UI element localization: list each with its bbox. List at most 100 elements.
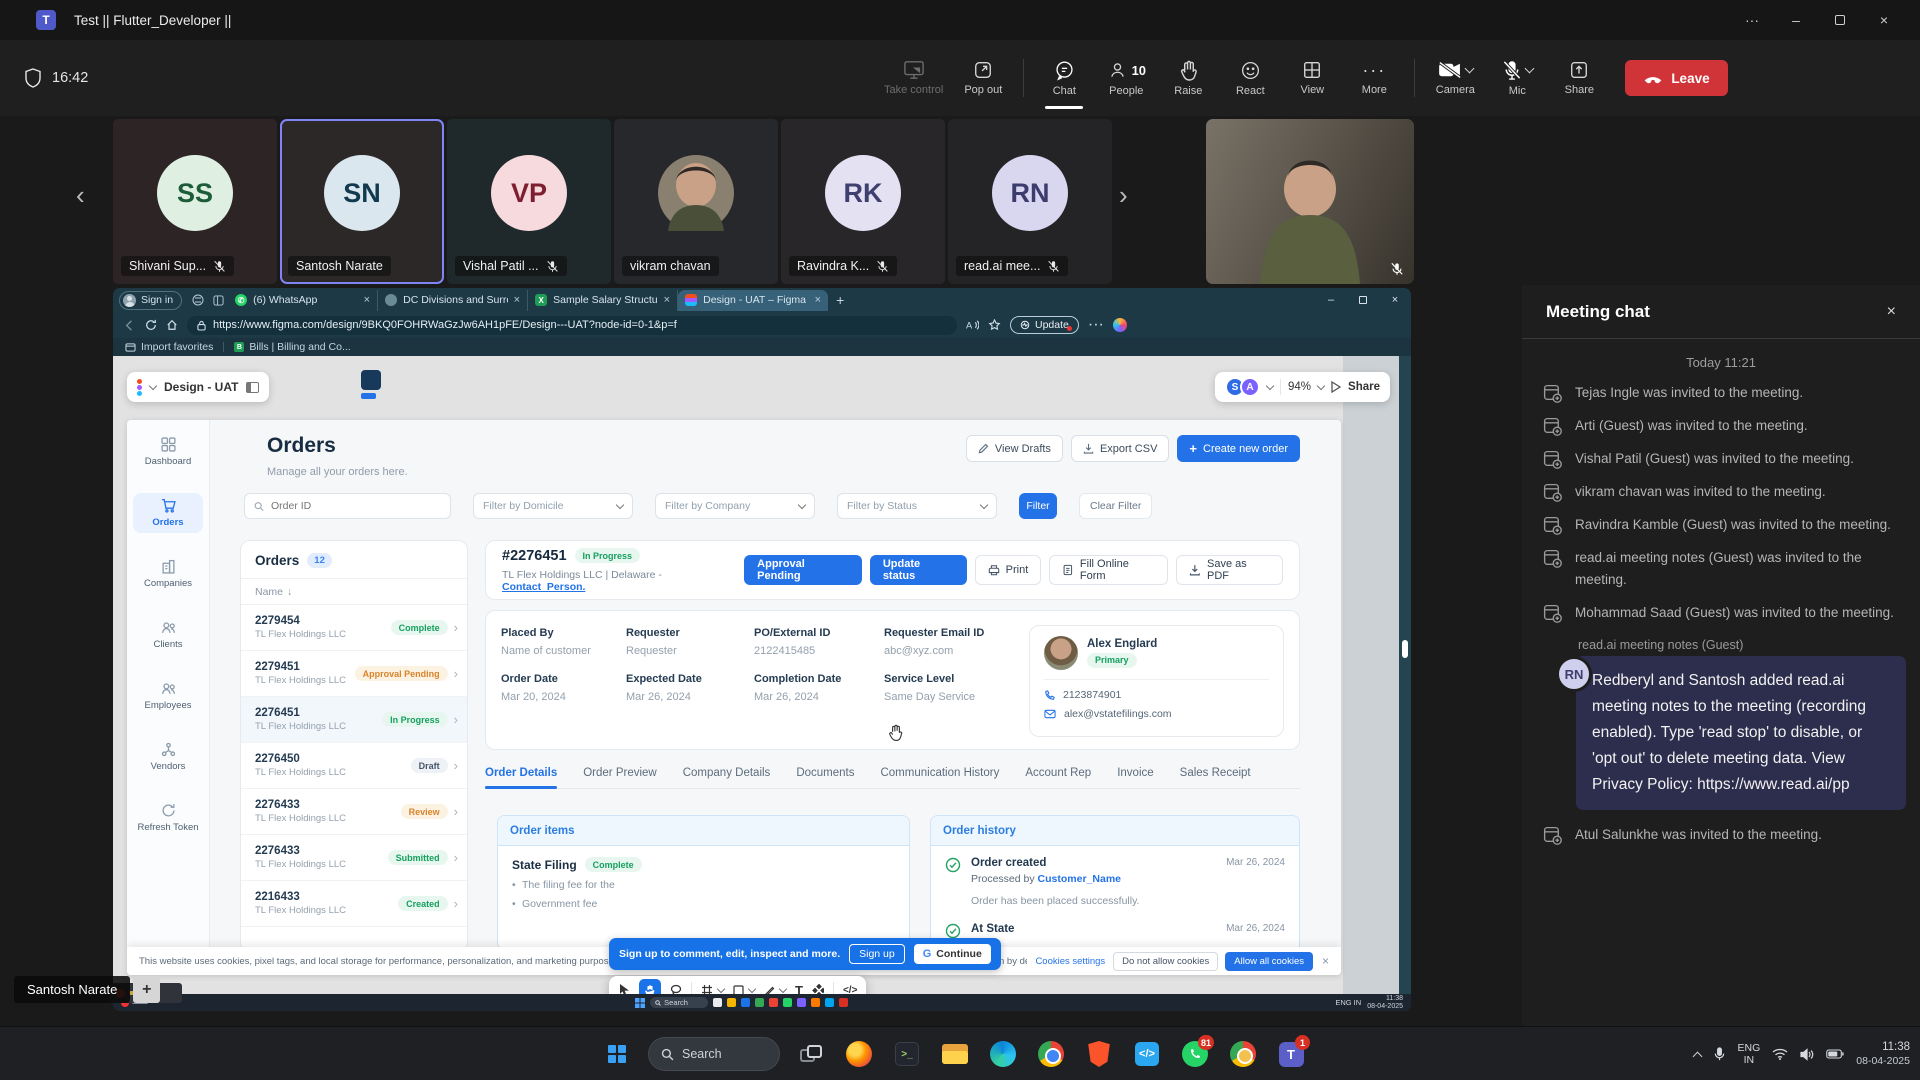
order-row[interactable]: 2276450TL Flex Holdings LLCDraft› bbox=[241, 743, 467, 789]
people-button[interactable]: 10 People bbox=[1104, 49, 1148, 107]
leave-button[interactable]: Leave bbox=[1625, 60, 1727, 96]
browser-tab[interactable]: Design - UAT – Figma× bbox=[678, 290, 828, 311]
components-tool[interactable] bbox=[812, 984, 824, 994]
customer-name-link[interactable]: Customer_Name bbox=[1038, 873, 1121, 885]
zoom-level[interactable]: 94% bbox=[1288, 381, 1311, 393]
update-status-button[interactable]: Update status bbox=[870, 555, 967, 585]
participant-tile[interactable]: SSShivani Sup... bbox=[113, 119, 277, 284]
shared-app-icon[interactable] bbox=[727, 998, 736, 1007]
taskbar-icon-chrome[interactable] bbox=[1030, 1033, 1072, 1075]
shared-app-icon[interactable] bbox=[741, 998, 750, 1007]
copilot-icon[interactable] bbox=[1113, 318, 1127, 332]
react-button[interactable]: React bbox=[1228, 49, 1272, 107]
taskbar-icon-firefox[interactable] bbox=[838, 1033, 880, 1075]
shared-screen[interactable]: Sign in ✆(6) WhatsApp×DC Divisions and S… bbox=[113, 288, 1411, 1011]
taskbar-icon-file-explorer[interactable] bbox=[934, 1033, 976, 1075]
strip-next-arrow[interactable]: › bbox=[1119, 182, 1128, 208]
approval-pending-button[interactable]: Approval Pending bbox=[744, 555, 862, 585]
view-button[interactable]: View bbox=[1290, 49, 1334, 107]
taskbar-icon-whatsapp[interactable]: 81 bbox=[1174, 1033, 1216, 1075]
tray-mic-icon[interactable] bbox=[1713, 1047, 1726, 1062]
shared-start-icon[interactable] bbox=[635, 998, 645, 1008]
shared-app-icon[interactable] bbox=[783, 998, 792, 1007]
tab-invoice[interactable]: Invoice bbox=[1117, 767, 1153, 779]
language-indicator[interactable]: ENG IN bbox=[1738, 1042, 1761, 1066]
home-icon[interactable] bbox=[166, 319, 178, 331]
cookie-settings-link[interactable]: Cookies settings bbox=[1035, 956, 1105, 967]
tab-order-details[interactable]: Order Details bbox=[485, 767, 557, 779]
browser-settings-icon[interactable]: ··· bbox=[1088, 316, 1104, 334]
view-drafts-button[interactable]: View Drafts bbox=[966, 435, 1063, 462]
shared-app-icon[interactable] bbox=[825, 998, 834, 1007]
camera-options-chevron[interactable] bbox=[1464, 63, 1474, 73]
wifi-icon[interactable] bbox=[1772, 1048, 1788, 1060]
camera-button[interactable]: Camera bbox=[1433, 49, 1477, 107]
shared-clock[interactable]: 11:38 08-04-2025 bbox=[1367, 995, 1403, 1011]
filter-status-select[interactable]: Filter by Status bbox=[837, 493, 997, 519]
name-column-header[interactable]: Name↓ bbox=[241, 579, 467, 605]
order-row[interactable]: 2279451TL Flex Holdings LLCApproval Pend… bbox=[241, 651, 467, 697]
save-as-pdf-button[interactable]: Save as PDF bbox=[1176, 555, 1283, 585]
browser-tab[interactable]: DC Divisions and Surroundings× bbox=[378, 290, 528, 311]
favorites-icon[interactable] bbox=[988, 319, 1001, 331]
read-aloud-icon[interactable]: A bbox=[966, 319, 979, 331]
browser-profile-button[interactable]: Sign in bbox=[119, 291, 182, 310]
figma-share-button[interactable]: Share bbox=[1348, 381, 1380, 393]
taskbar-icon-vscode[interactable]: </> bbox=[1126, 1033, 1168, 1075]
dev-mode-tool[interactable]: </> bbox=[843, 985, 857, 995]
allow-cookies-button[interactable]: Allow all cookies bbox=[1225, 952, 1313, 971]
taskbar-icon-edge[interactable] bbox=[982, 1033, 1024, 1075]
taskbar-icon-task-view[interactable] bbox=[790, 1033, 832, 1075]
tab-communication-history[interactable]: Communication History bbox=[880, 767, 999, 779]
google-continue-button[interactable]: G Continue bbox=[914, 944, 991, 964]
new-tab-button[interactable]: + bbox=[836, 292, 844, 308]
volume-icon[interactable] bbox=[1800, 1048, 1814, 1061]
order-row[interactable]: 2216433TL Flex Holdings LLCCreated› bbox=[241, 881, 467, 927]
refresh-icon[interactable] bbox=[145, 319, 157, 331]
create-new-order-button[interactable]: + Create new order bbox=[1177, 435, 1300, 462]
browser-scrollbar[interactable] bbox=[1399, 356, 1411, 994]
sidebar-item-refresh-token[interactable]: Refresh Token bbox=[133, 798, 203, 838]
collaborator-avatar[interactable]: A bbox=[1240, 377, 1260, 397]
browser-maximize-button[interactable] bbox=[1347, 289, 1379, 311]
participant-tile[interactable]: RNread.ai mee... bbox=[948, 119, 1112, 284]
tab-order-preview[interactable]: Order Preview bbox=[583, 767, 657, 779]
export-csv-button[interactable]: Export CSV bbox=[1071, 435, 1169, 462]
text-tool[interactable]: T bbox=[795, 983, 803, 995]
frame-tool[interactable] bbox=[701, 984, 724, 994]
start-button[interactable] bbox=[596, 1033, 638, 1075]
participant-tile[interactable]: vikram chavan bbox=[614, 119, 778, 284]
tab-close-icon[interactable]: × bbox=[364, 294, 370, 306]
signup-button[interactable]: Sign up bbox=[849, 944, 905, 964]
tab-close-icon[interactable]: × bbox=[514, 294, 520, 306]
more-button[interactable]: ··· More bbox=[1352, 49, 1396, 107]
mic-button[interactable]: Mic bbox=[1495, 49, 1539, 107]
tab-actions-icon[interactable] bbox=[211, 293, 225, 307]
participant-tile[interactable]: RKRavindra K... bbox=[781, 119, 945, 284]
tab-close-icon[interactable]: × bbox=[664, 294, 670, 306]
sidebar-item-vendors[interactable]: Vendors bbox=[133, 737, 203, 777]
shared-app-icon[interactable] bbox=[755, 998, 764, 1007]
contact-phone[interactable]: 2123874901 bbox=[1044, 689, 1269, 701]
participant-tile[interactable]: SNSantosh Narate bbox=[280, 119, 444, 284]
minimize-button[interactable]: – bbox=[1774, 0, 1818, 40]
browser-tab[interactable]: XSample Salary Structure with calc× bbox=[528, 290, 678, 311]
layout-panel-icon[interactable] bbox=[246, 382, 259, 393]
filter-clear-button[interactable]: Clear Filter bbox=[1079, 493, 1152, 519]
strip-prev-arrow[interactable]: ‹ bbox=[76, 182, 85, 208]
taskbar-icon-teams[interactable]: T1 bbox=[1270, 1033, 1312, 1075]
move-tool[interactable] bbox=[618, 983, 630, 994]
browser-tab[interactable]: ✆(6) WhatsApp× bbox=[228, 290, 378, 311]
zoom-chevron[interactable] bbox=[1317, 381, 1325, 389]
tab-company-details[interactable]: Company Details bbox=[683, 767, 771, 779]
order-row[interactable]: 2279454TL Flex Holdings LLCComplete› bbox=[241, 605, 467, 651]
sidebar-item-companies[interactable]: Companies bbox=[133, 554, 203, 594]
contact-person-link[interactable]: Contact_Person. bbox=[502, 581, 585, 593]
filter-company-select[interactable]: Filter by Company bbox=[655, 493, 815, 519]
chat-button[interactable]: Chat bbox=[1042, 49, 1086, 107]
taskbar-clock[interactable]: 11:38 08-04-2025 bbox=[1856, 1040, 1910, 1068]
doc-menu-chevron[interactable] bbox=[149, 381, 157, 389]
shared-app-icon[interactable] bbox=[713, 998, 722, 1007]
browser-close-button[interactable]: × bbox=[1379, 289, 1411, 311]
url-field[interactable]: https://www.figma.com/design/9BKQ0FOHRWa… bbox=[187, 316, 957, 335]
